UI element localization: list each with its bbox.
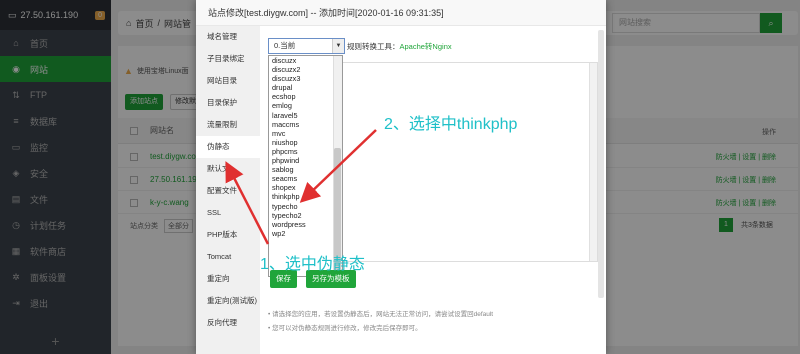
arrow-to-rewrite-tab [225, 161, 270, 245]
annotation-step-1: 1、选中伪静态 [260, 256, 365, 273]
annotation-arrows [225, 129, 377, 245]
annotation-step-2: 2、选择中thinkphp [384, 116, 518, 133]
arrow-to-thinkphp [299, 129, 377, 203]
